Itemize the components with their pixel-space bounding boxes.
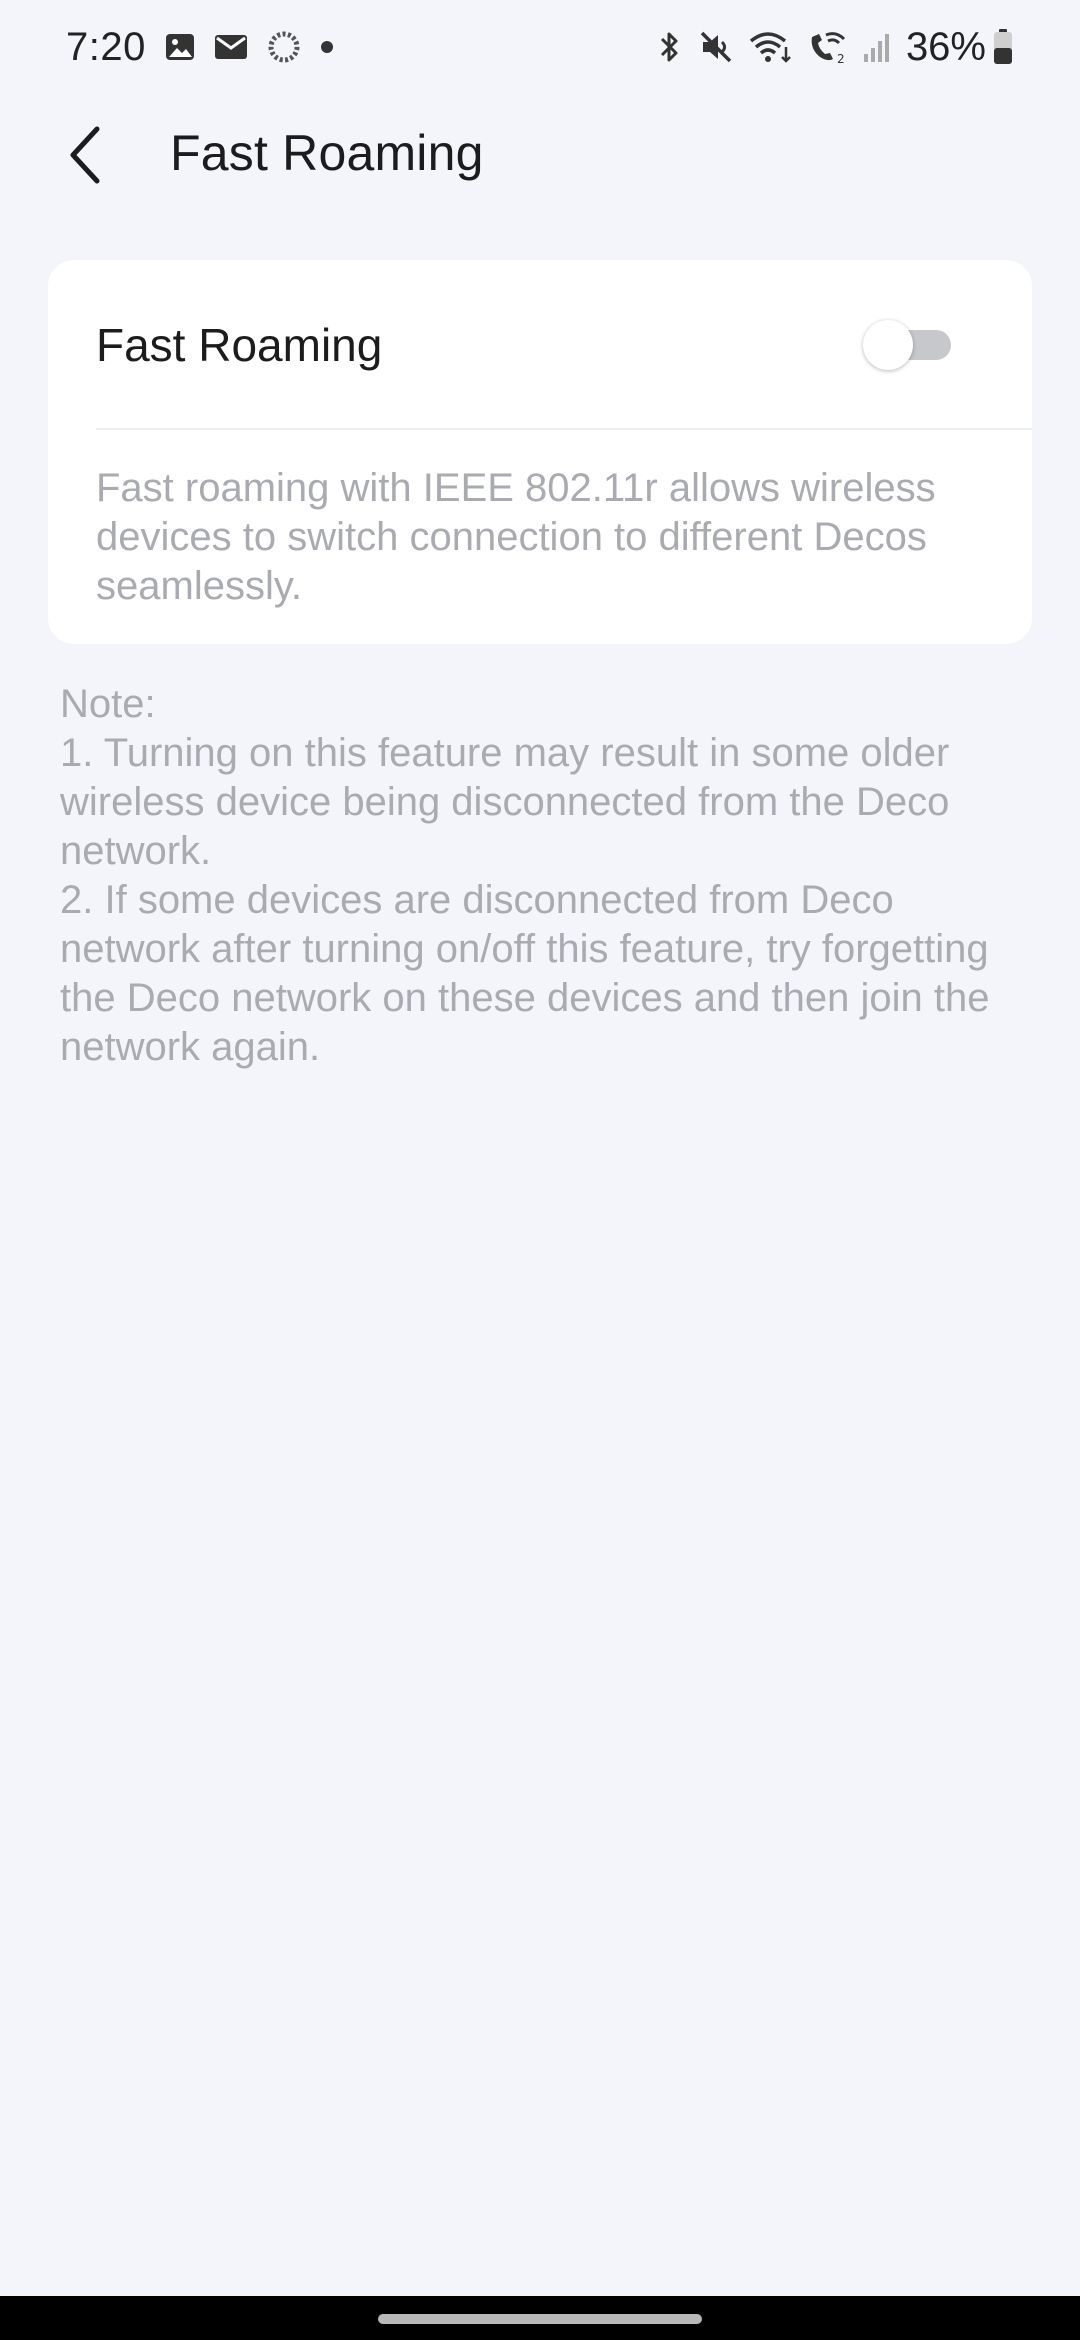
chevron-left-icon xyxy=(70,126,100,184)
battery-percent: 36% xyxy=(905,24,986,69)
page-title: Fast Roaming xyxy=(170,125,484,181)
battery-icon xyxy=(992,28,1014,66)
note-item-2: 2. If some devices are disconnected from… xyxy=(60,878,990,1069)
home-indicator[interactable] xyxy=(378,2314,702,2324)
navigation-bar xyxy=(0,2296,1080,2340)
dot-icon xyxy=(320,40,334,54)
mail-icon xyxy=(214,33,248,61)
mute-icon xyxy=(698,29,734,65)
note-item-1: 1. Turning on this feature may result in… xyxy=(60,731,950,873)
status-bar-right: 2 36% xyxy=(640,22,1014,72)
fast-roaming-label: Fast Roaming xyxy=(96,319,383,371)
signal-icon xyxy=(862,30,892,64)
note-section: Note: 1. Turning on this feature may res… xyxy=(60,680,1020,1072)
sync-icon xyxy=(266,29,302,65)
status-bar-left: 7:20 xyxy=(66,22,334,72)
wifi-icon xyxy=(748,29,792,65)
fast-roaming-row: Fast Roaming xyxy=(48,260,1032,428)
svg-text:2: 2 xyxy=(837,52,845,65)
back-button[interactable] xyxy=(50,120,120,190)
app-header: Fast Roaming xyxy=(0,110,1080,200)
fast-roaming-description: Fast roaming with IEEE 802.11r allows wi… xyxy=(96,466,936,608)
status-bar: 7:20 2 36% xyxy=(0,0,1080,96)
toggle-thumb xyxy=(863,320,913,370)
fast-roaming-card: Fast Roaming Fast roaming with IEEE 802.… xyxy=(48,260,1032,644)
divider xyxy=(96,428,1032,430)
status-time: 7:20 xyxy=(66,24,146,69)
note-heading: Note: xyxy=(60,682,156,726)
gallery-icon xyxy=(164,31,196,63)
fast-roaming-toggle[interactable] xyxy=(863,320,953,370)
wifi-calling-icon: 2 xyxy=(806,29,848,65)
bluetooth-icon xyxy=(654,29,684,65)
